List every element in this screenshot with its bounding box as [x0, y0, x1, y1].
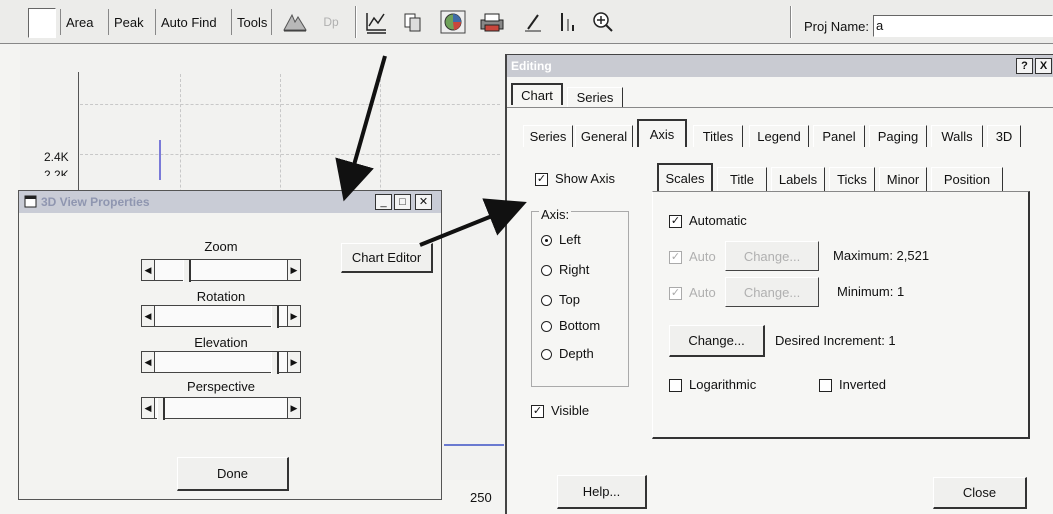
callout-arrows	[335, 55, 527, 247]
callout-arrow	[335, 55, 387, 202]
callout-arrow	[419, 198, 527, 247]
